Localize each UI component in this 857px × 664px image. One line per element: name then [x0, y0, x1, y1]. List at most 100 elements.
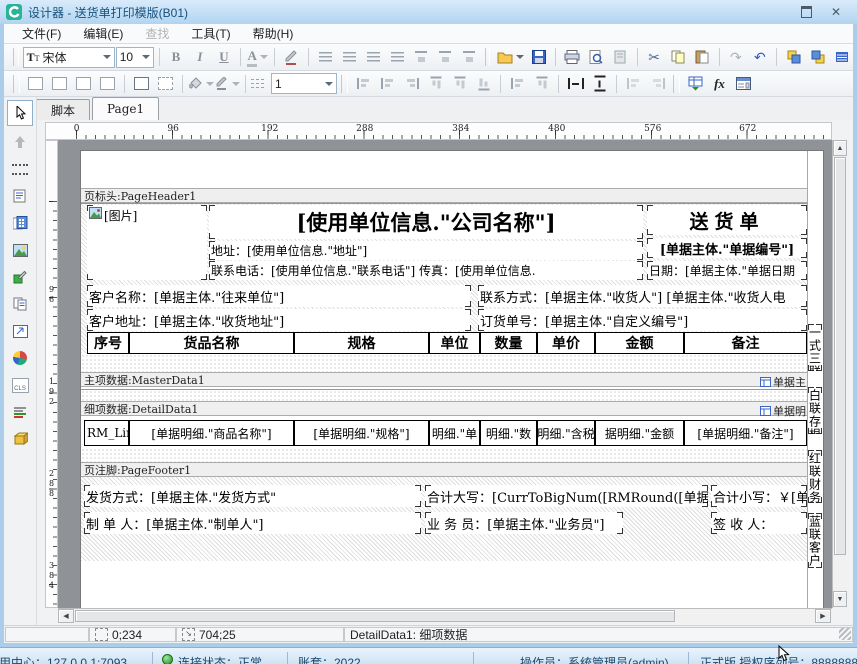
detail-cell-qty[interactable]: 明细."数 [480, 420, 537, 446]
col-header-note[interactable]: 备注 [684, 332, 807, 354]
system-text-tool[interactable] [7, 211, 33, 235]
ole-tool[interactable] [7, 427, 33, 451]
print-button[interactable] [561, 46, 584, 68]
toolbar-grip[interactable] [341, 75, 348, 93]
align-left-button[interactable] [314, 46, 337, 68]
band-tool[interactable] [7, 157, 33, 181]
crosstab-tool[interactable]: CLS [7, 373, 33, 397]
properties-button[interactable] [732, 73, 755, 95]
text-tool[interactable] [7, 184, 33, 208]
detail-cell-line[interactable]: RM_Lin [84, 420, 129, 446]
scroll-left-button[interactable]: ◀ [58, 609, 74, 623]
order-no-element[interactable]: 订货单号：[单据主体."自定义编号"] [478, 309, 807, 331]
expression-button[interactable]: fx [708, 73, 731, 95]
toolbar-grip[interactable] [673, 75, 680, 93]
align-justify-button[interactable] [386, 46, 409, 68]
bold-button[interactable]: B [164, 46, 187, 68]
nudge-down-button[interactable] [646, 73, 669, 95]
amount-element[interactable]: 合计小写：￥[单据主体."应 [711, 485, 807, 507]
chart-tool[interactable] [7, 346, 33, 370]
detail-cell-unit[interactable]: 明细."单 [429, 420, 480, 446]
detail-cell-amount[interactable]: 据明细."金额 [595, 420, 684, 446]
company-name-element[interactable]: [使用单位信息."公司名称"] [209, 205, 643, 239]
undo-button[interactable]: ↶ [748, 46, 771, 68]
font-family-select[interactable]: TT 宋体 [23, 47, 115, 68]
layers-button[interactable] [830, 46, 853, 68]
vertical-scroll-thumb[interactable] [834, 157, 846, 555]
space-vertically-button[interactable] [530, 73, 553, 95]
menu-file[interactable]: 文件(F) [12, 23, 71, 44]
underline-button[interactable]: U [212, 46, 235, 68]
detail-cell-spec[interactable]: [单据明细."规格"] [294, 420, 429, 446]
col-header-qty[interactable]: 数量 [480, 332, 537, 354]
shape-tool[interactable] [7, 265, 33, 289]
doc-no-element[interactable]: [单据主体."单据编号"] [647, 238, 807, 258]
cut-button[interactable]: ✂ [643, 46, 666, 68]
band-pageheader[interactable]: 页标头:PageHeader1 [81, 188, 807, 203]
print-preview-button[interactable] [585, 46, 608, 68]
fill-color-button[interactable] [188, 73, 214, 95]
customer-address-element[interactable]: 客户地址：[单据主体."收货地址"] [87, 309, 471, 331]
col-header-price[interactable]: 单价 [537, 332, 595, 354]
col-header-name[interactable]: 货品名称 [129, 332, 294, 354]
col-header-unit[interactable]: 单位 [429, 332, 480, 354]
border-bottom-button[interactable] [48, 73, 71, 95]
subreport-tool[interactable] [7, 319, 33, 343]
nudge-up-button[interactable] [622, 73, 645, 95]
align-rights-button[interactable] [400, 73, 423, 95]
bring-to-front-button[interactable] [782, 46, 805, 68]
scroll-right-button[interactable]: ▶ [815, 609, 831, 623]
send-to-back-button[interactable] [806, 46, 829, 68]
align-middles-button[interactable] [448, 73, 471, 95]
contact-element[interactable]: 联系方式：[单据主体."收货人"] [单据主体."收货人电 [478, 285, 807, 307]
horizontal-scroll-thumb[interactable] [75, 610, 675, 622]
band-masterdata[interactable]: 主项数据:MasterData1 单据主 [81, 372, 807, 387]
border-top-button[interactable] [24, 73, 47, 95]
detail-cell-name[interactable]: [单据明细."商品名称"] [129, 420, 294, 446]
richtext-tool[interactable] [7, 292, 33, 316]
tab-page1[interactable]: Page1 [92, 97, 159, 120]
line-color-button[interactable] [215, 73, 240, 95]
page-setup-button[interactable] [609, 46, 632, 68]
align-tops-button[interactable] [424, 73, 447, 95]
format-lines-tool[interactable] [7, 400, 33, 424]
col-header-amount[interactable]: 金额 [595, 332, 684, 354]
border-left-button[interactable] [72, 73, 95, 95]
resize-grip[interactable] [839, 628, 851, 640]
ship-method-element[interactable]: 发货方式：[单据主体."发货方式" [84, 485, 421, 507]
open-button[interactable] [494, 46, 526, 68]
border-right-button[interactable] [96, 73, 119, 95]
customer-name-element[interactable]: 客户名称：[单据主体."往来单位"] [87, 285, 471, 307]
scroll-up-button[interactable]: ▲ [833, 140, 847, 156]
close-button[interactable]: ✕ [825, 4, 847, 20]
tab-script[interactable]: 脚本 [36, 99, 90, 120]
same-height-button[interactable] [588, 73, 611, 95]
font-color-button[interactable]: A [246, 46, 269, 68]
paste-button[interactable] [691, 46, 714, 68]
col-header-seq[interactable]: 序号 [87, 332, 129, 354]
doc-title-element[interactable]: 送货单 [647, 205, 807, 235]
detail-cell-price[interactable]: 明细."含税 [537, 420, 595, 446]
amount-words-element[interactable]: 合计大写：[CurrToBigNum([RMRound([单据主体." [425, 485, 708, 507]
salesman-element[interactable]: 业 务 员：[单据主体."业务员"] [425, 512, 623, 534]
band-pagefooter[interactable]: 页注脚:PageFooter1 [81, 462, 807, 477]
receiver-element[interactable]: 签 收 人： [711, 512, 807, 534]
maker-element[interactable]: 制 单 人：[单据主体."制单人"] [84, 512, 421, 534]
address-element[interactable]: 地址：[使用单位信息."地址"] [209, 241, 643, 260]
same-width-button[interactable] [564, 73, 587, 95]
align-centers-button[interactable] [376, 73, 399, 95]
copy-label-1[interactable]: 一式三联 [808, 324, 822, 371]
picture-tool[interactable] [7, 238, 33, 262]
redo-button[interactable]: ↷ [724, 46, 747, 68]
valign-middle-button[interactable] [434, 46, 457, 68]
detail-cell-note[interactable]: [单据明细."备注"] [684, 420, 807, 446]
border-none-button[interactable] [154, 73, 177, 95]
horizontal-scrollbar[interactable]: ◀ ▶ [58, 608, 832, 623]
copy-button[interactable] [667, 46, 690, 68]
scroll-down-button[interactable]: ▼ [833, 591, 847, 607]
valign-bottom-button[interactable] [458, 46, 481, 68]
hand-tool[interactable] [7, 130, 33, 154]
restore-button[interactable] [795, 4, 817, 20]
line-width-select[interactable]: 1 [271, 73, 337, 94]
border-all-button[interactable] [130, 73, 153, 95]
